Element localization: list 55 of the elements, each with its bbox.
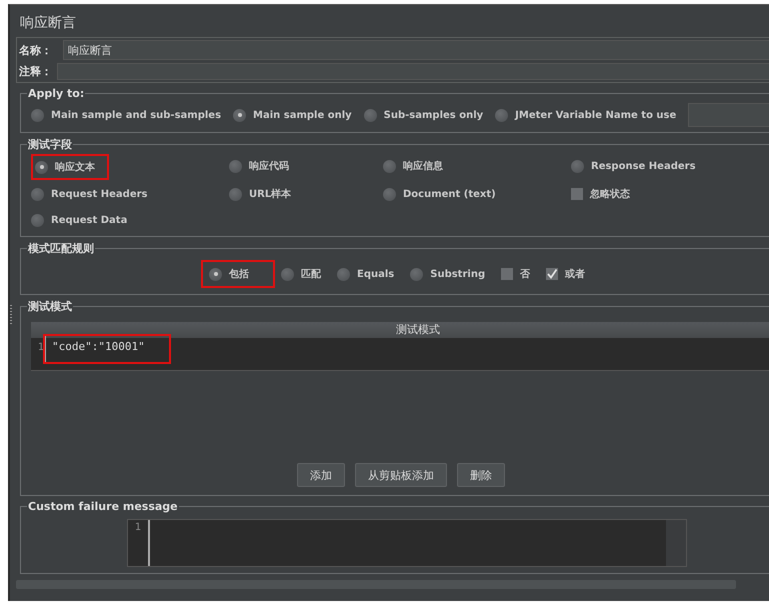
option-label: Equals: [357, 268, 394, 280]
radio-button[interactable]: [571, 160, 584, 172]
option-label: 或者: [565, 268, 586, 281]
column-header: 测试模式: [31, 322, 769, 338]
option-label: Main sample only: [253, 110, 352, 120]
option-label: Response Headers: [591, 160, 696, 172]
message-editor[interactable]: 1: [127, 519, 687, 567]
radio-button[interactable]: [35, 160, 48, 174]
action-button[interactable]: 删除: [457, 463, 505, 487]
radio-button[interactable]: [233, 108, 246, 122]
radio-button[interactable]: [31, 108, 44, 122]
group-title: 测试模式: [27, 299, 73, 314]
group-title: Custom failure message: [27, 500, 179, 513]
radio-button[interactable]: [31, 214, 44, 226]
radio-button[interactable]: [229, 188, 242, 200]
option-label: Request Headers: [51, 188, 148, 200]
option-label: 包括: [229, 268, 249, 281]
panel-title: 响应断言: [20, 14, 77, 33]
line-number: 1: [134, 521, 142, 533]
name-field[interactable]: 响应断言: [63, 40, 769, 60]
group-title: 测试字段: [27, 137, 73, 152]
option-label: 响应信息: [403, 159, 443, 173]
option-label: 否: [520, 268, 530, 281]
option-label: 响应代码: [249, 159, 289, 173]
group-title: 模式匹配规则: [27, 241, 95, 256]
option-label: URL样本: [249, 188, 292, 201]
radio-button[interactable]: [410, 268, 424, 280]
group-title: Apply to:: [27, 87, 86, 100]
checkbox[interactable]: [546, 268, 558, 280]
field-label: 名称：: [18, 42, 53, 58]
radio-button[interactable]: [209, 268, 222, 280]
option-label: 响应文本: [55, 160, 95, 174]
radio-button[interactable]: [337, 268, 350, 280]
radio-button[interactable]: [383, 160, 396, 172]
option-label: Main sample and sub-samples: [51, 110, 222, 120]
action-button[interactable]: 从剪贴板添加: [355, 463, 447, 487]
radio-button[interactable]: [495, 108, 508, 122]
code-text[interactable]: "code":"10001": [45, 336, 169, 362]
radio-button[interactable]: [229, 160, 242, 172]
option-label: Sub-samples only: [384, 110, 484, 120]
option-label: 匹配: [301, 268, 321, 281]
checkbox[interactable]: [501, 268, 514, 280]
radio-button[interactable]: [31, 188, 44, 200]
radio-button[interactable]: [281, 268, 294, 280]
action-button[interactable]: 添加: [297, 463, 345, 487]
checkbox[interactable]: [571, 188, 583, 200]
option-label: Request Data: [51, 214, 128, 226]
option-label: Substring: [430, 268, 486, 280]
option-label: Document (text): [403, 188, 496, 200]
field-label: 注释：: [18, 64, 51, 79]
radio-button[interactable]: [364, 108, 377, 122]
line-number: 1: [36, 341, 46, 353]
option-label: JMeter Variable Name to use: [515, 110, 676, 120]
option-label: 忽略状态: [590, 188, 630, 201]
radio-button[interactable]: [383, 188, 396, 200]
